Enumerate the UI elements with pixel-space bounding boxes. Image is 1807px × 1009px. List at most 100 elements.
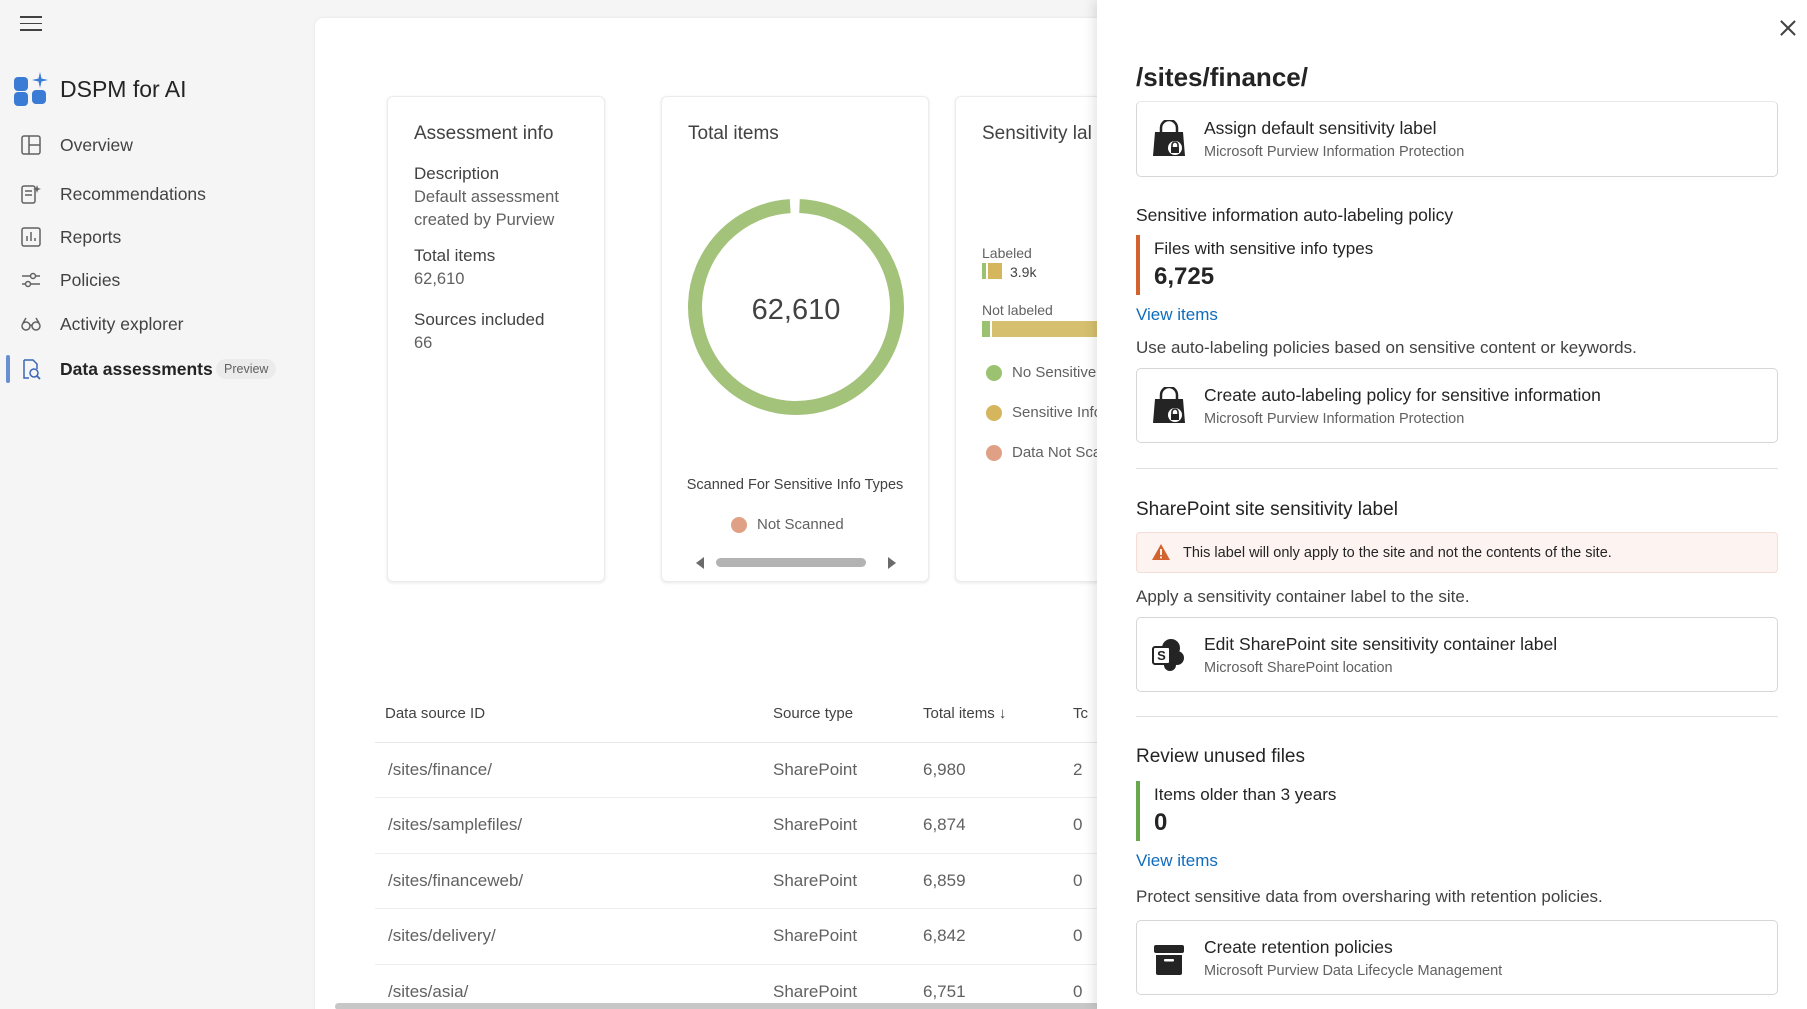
nav-label-recommendations: Recommendations (60, 183, 206, 204)
cell-source-type: SharePoint (773, 908, 923, 965)
column-header-source-type[interactable]: Source type (773, 686, 923, 743)
table-header-row: Data source ID Source type Total items ↓… (375, 686, 1113, 743)
labeled-bar-yellow (988, 263, 1002, 279)
close-icon[interactable] (1777, 17, 1799, 39)
data-assessments-icon (23, 359, 41, 380)
view-items-link[interactable]: View items (1136, 851, 1218, 871)
svg-text:S: S (1157, 648, 1166, 663)
scroll-right-icon[interactable] (888, 557, 896, 569)
cell-data-source-id: /sites/delivery/ (375, 908, 773, 965)
app-title: DSPM for AI (60, 75, 187, 102)
legend-no-sensitive[interactable]: No Sensitive (986, 364, 1096, 381)
sharepoint-icon: S (1152, 639, 1184, 671)
hamburger-menu-icon[interactable] (20, 16, 42, 34)
donut-caption: Scanned For Sensitive Info Types (686, 477, 904, 493)
column-header-total-items[interactable]: Total items ↓ (923, 686, 1073, 743)
nav-label-data-assessments: Data assessments (60, 358, 213, 379)
table-row[interactable]: /sites/finance/ SharePoint 6,980 2 (375, 742, 1113, 798)
nav-item-data-assessments[interactable]: Data assessments Preview (0, 347, 300, 391)
cell-data-source-id: /sites/finance/ (375, 742, 773, 798)
overview-icon (21, 135, 41, 155)
cell-data-source-id: /sites/samplefiles/ (375, 797, 773, 854)
card-subtitle: Microsoft Purview Information Protection (1204, 144, 1465, 160)
metric-value: 6,725 (1154, 263, 1215, 290)
section-divider (1136, 716, 1778, 717)
total-items-label: Total items (414, 246, 496, 265)
autolabel-description: Use auto-labeling policies based on sens… (1136, 338, 1637, 357)
left-navigation: DSPM for AI Overview Recommendations Rep… (0, 0, 315, 1009)
sensitive-files-metric: Files with sensitive info types 6,725 (1136, 235, 1373, 295)
view-items-link[interactable]: View items (1136, 305, 1218, 325)
section-divider (1136, 468, 1778, 469)
assign-default-label-card[interactable]: Assign default sensitivity label Microso… (1136, 101, 1778, 177)
legend-label: Not Scanned (757, 516, 844, 533)
nav-label-reports: Reports (60, 226, 122, 247)
card-title: Assessment info (414, 123, 554, 144)
legend-data-not-scanned[interactable]: Data Not Sca (986, 444, 1101, 461)
card-title: Sensitivity lal (982, 123, 1092, 144)
cell-total-items: 6,874 (923, 797, 1073, 854)
sensitivity-labels-card: Sensitivity lal Labeled 3.9k Not labeled… (955, 96, 1115, 582)
nav-item-reports[interactable]: Reports (0, 215, 300, 259)
legend-dot (986, 404, 1002, 421)
legend-sensitive-info[interactable]: Sensitive Info (986, 404, 1102, 421)
dspm-logo-icon (14, 72, 48, 106)
total-items-card: Total items 62,610 Scanned For Sensitive… (661, 96, 929, 582)
nav-item-overview[interactable]: Overview (0, 123, 300, 167)
column-label: Total items (923, 705, 995, 723)
warning-icon (1152, 544, 1170, 560)
description-value-line2: created by Purview (414, 211, 555, 229)
metric-value: 0 (1154, 809, 1168, 836)
cell-data-source-id: /sites/financeweb/ (375, 853, 773, 909)
preview-badge: Preview (216, 359, 277, 379)
unused-files-metric: Items older than 3 years 0 (1136, 781, 1336, 841)
lock-bag-icon (1153, 387, 1185, 423)
details-panel: /sites/finance/ Assign default sensitivi… (1097, 0, 1807, 1009)
warning-text: This label will only apply to the site a… (1183, 545, 1612, 561)
sort-descending-icon: ↓ (998, 705, 1007, 723)
legend-dot (731, 516, 747, 533)
cell-source-type: SharePoint (773, 853, 923, 909)
nav-label-policies: Policies (60, 269, 121, 290)
nav-label-overview: Overview (60, 134, 133, 155)
not-labeled-label: Not labeled (982, 302, 1053, 318)
warning-message-bar: This label will only apply to the site a… (1136, 532, 1778, 573)
card-title: Create retention policies (1204, 937, 1393, 957)
unused-files-description: Protect sensitive data from oversharing … (1136, 887, 1603, 906)
glasses-icon (21, 317, 41, 331)
cell-source-type: SharePoint (773, 797, 923, 854)
nav-item-policies[interactable]: Policies (0, 258, 300, 302)
legend-scroll-thumb[interactable] (716, 558, 866, 567)
cell-source-type: SharePoint (773, 742, 923, 798)
card-subtitle: Microsoft SharePoint location (1204, 660, 1393, 676)
main-content: Assessment info Description Default asse… (315, 18, 1115, 1009)
policies-icon (22, 272, 40, 288)
description-value-line1: Default assessment (414, 188, 559, 206)
card-subtitle: Microsoft Purview Data Lifecycle Managem… (1204, 963, 1503, 979)
create-autolabel-policy-card[interactable]: Create auto-labeling policy for sensitiv… (1136, 368, 1778, 443)
data-sources-table: Data source ID Source type Total items ↓… (375, 686, 1113, 1009)
card-subtitle: Microsoft Purview Information Protection (1204, 411, 1465, 427)
nav-item-activity-explorer[interactable]: Activity explorer (0, 302, 300, 346)
labeled-bar-green (982, 263, 986, 279)
donut-center-value: 62,610 (752, 294, 841, 326)
table-row[interactable]: /sites/delivery/ SharePoint 6,842 0 (375, 908, 1113, 965)
legend-not-scanned[interactable]: Not Scanned (731, 516, 844, 533)
column-header-data-source-id[interactable]: Data source ID (375, 686, 773, 743)
legend-dot (986, 364, 1002, 381)
card-title: Create auto-labeling policy for sensitiv… (1204, 385, 1601, 405)
legend-label: Data Not Sca (1012, 444, 1102, 461)
legend-dot (986, 444, 1002, 461)
table-horizontal-scrollbar[interactable] (335, 1003, 1115, 1009)
scroll-left-icon[interactable] (696, 557, 704, 569)
total-items-value: 62,610 (414, 270, 465, 288)
table-row[interactable]: /sites/samplefiles/ SharePoint 6,874 0 (375, 797, 1113, 854)
edit-sharepoint-label-card[interactable]: S Edit SharePoint site sensitivity conta… (1136, 617, 1778, 692)
create-retention-policies-card[interactable]: Create retention policies Microsoft Purv… (1136, 920, 1778, 995)
metric-label: Items older than 3 years (1154, 785, 1337, 804)
nav-item-recommendations[interactable]: Recommendations (0, 172, 300, 216)
legend-scroller[interactable] (696, 555, 896, 569)
labeled-label: Labeled (982, 245, 1032, 261)
table-row[interactable]: /sites/financeweb/ SharePoint 6,859 0 (375, 853, 1113, 909)
sources-included-label: Sources included (414, 310, 545, 329)
